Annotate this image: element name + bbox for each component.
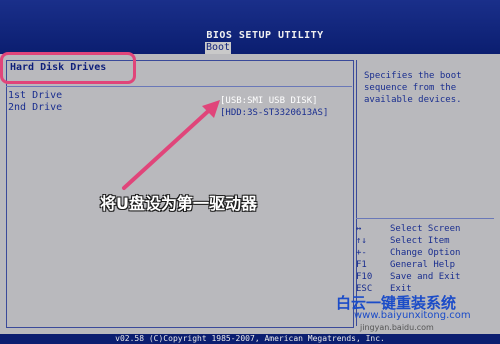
section-divider bbox=[6, 86, 352, 87]
bios-footer: v02.58 (C)Copyright 1985-2007, American … bbox=[0, 334, 500, 344]
key-row-save-exit: F10 Save and Exit bbox=[356, 272, 460, 282]
bios-header-band bbox=[0, 0, 500, 54]
key-action: Change Option bbox=[390, 248, 461, 258]
annotation-text: 将U盘设为第一驱动器 bbox=[100, 194, 257, 213]
key-action: General Help bbox=[390, 260, 456, 270]
key-row-general-help: F1 General Help bbox=[356, 260, 455, 270]
key-plusminus: +- bbox=[356, 248, 367, 258]
help-description: Specifies the boot sequence from the ava… bbox=[364, 71, 462, 105]
key-f10: F10 bbox=[356, 272, 373, 282]
watermark-url: www.baiyunxitong.com bbox=[354, 310, 471, 321]
key-arrow-ud-icon: ↑↓ bbox=[356, 236, 367, 246]
highlight-box bbox=[0, 52, 136, 84]
tab-boot[interactable]: Boot bbox=[205, 42, 231, 54]
key-row-select-screen: ↔ Select Screen bbox=[356, 224, 460, 234]
key-action: Select Screen bbox=[390, 224, 461, 234]
watermark-small: jingyan.baidu.com bbox=[360, 323, 434, 332]
key-action: Save and Exit bbox=[390, 272, 461, 282]
pointer-arrow-icon bbox=[122, 100, 220, 190]
key-row-select-item: ↑↓ Select Item bbox=[356, 236, 450, 246]
drive-label-2nd[interactable]: 2nd Drive bbox=[8, 102, 62, 113]
key-row-change-option: +- Change Option bbox=[356, 248, 460, 258]
help-divider bbox=[356, 218, 494, 219]
key-f1: F1 bbox=[356, 260, 367, 270]
key-arrow-lr-icon: ↔ bbox=[356, 224, 362, 234]
drive-label-1st[interactable]: 1st Drive bbox=[8, 90, 62, 101]
key-action: Select Item bbox=[390, 236, 450, 246]
bios-title: BIOS SETUP UTILITY bbox=[206, 30, 324, 41]
